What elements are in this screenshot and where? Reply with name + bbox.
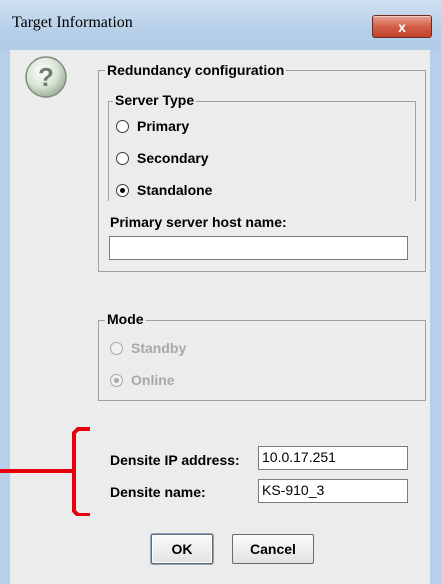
- radio-standby-button[interactable]: [110, 341, 123, 355]
- primary-host-input[interactable]: [109, 236, 408, 260]
- close-icon: x: [398, 18, 406, 35]
- radio-selected-dot: [120, 187, 125, 193]
- densite-name-input[interactable]: KS-910_3: [258, 479, 408, 503]
- title-bar[interactable]: Target Information x: [0, 0, 441, 51]
- radio-secondary-button[interactable]: [116, 151, 129, 165]
- close-button[interactable]: x: [372, 15, 432, 38]
- radio-online-label: Online: [131, 372, 175, 388]
- radio-selected-dot: [114, 377, 119, 383]
- densite-ip-label: Densite IP address:: [110, 452, 240, 468]
- window-title: Target Information: [12, 14, 133, 31]
- densite-ip-input[interactable]: 10.0.17.251: [258, 446, 408, 470]
- radio-secondary-label: Secondary: [137, 150, 209, 166]
- radio-standalone-button[interactable]: [116, 183, 129, 197]
- ok-button[interactable]: OK: [151, 534, 213, 564]
- mode-legend: Mode: [105, 311, 146, 327]
- dialog-window: Target Information x ? Redundancy config…: [0, 0, 441, 584]
- radio-primary-label: Primary: [137, 118, 190, 134]
- radio-standalone[interactable]: Standalone: [116, 182, 212, 198]
- window-frame-right: [430, 50, 441, 584]
- annotation-bracket: [0, 427, 90, 516]
- svg-text:?: ?: [38, 62, 54, 92]
- question-icon: ?: [25, 56, 67, 98]
- radio-online-button[interactable]: [110, 373, 123, 387]
- radio-standby-label: Standby: [131, 340, 187, 356]
- cancel-button[interactable]: Cancel: [232, 534, 314, 564]
- densite-name-label: Densite name:: [110, 484, 206, 500]
- radio-primary-button[interactable]: [116, 119, 129, 133]
- radio-standalone-label: Standalone: [137, 182, 213, 198]
- primary-host-label: Primary server host name:: [110, 214, 287, 230]
- radio-online[interactable]: Online: [110, 372, 175, 388]
- radio-secondary[interactable]: Secondary: [116, 150, 209, 166]
- radio-standby[interactable]: Standby: [110, 340, 186, 356]
- redundancy-legend: Redundancy configuration: [105, 62, 287, 78]
- radio-primary[interactable]: Primary: [116, 118, 189, 134]
- mode-group: [98, 320, 426, 401]
- server-type-legend: Server Type: [113, 92, 197, 108]
